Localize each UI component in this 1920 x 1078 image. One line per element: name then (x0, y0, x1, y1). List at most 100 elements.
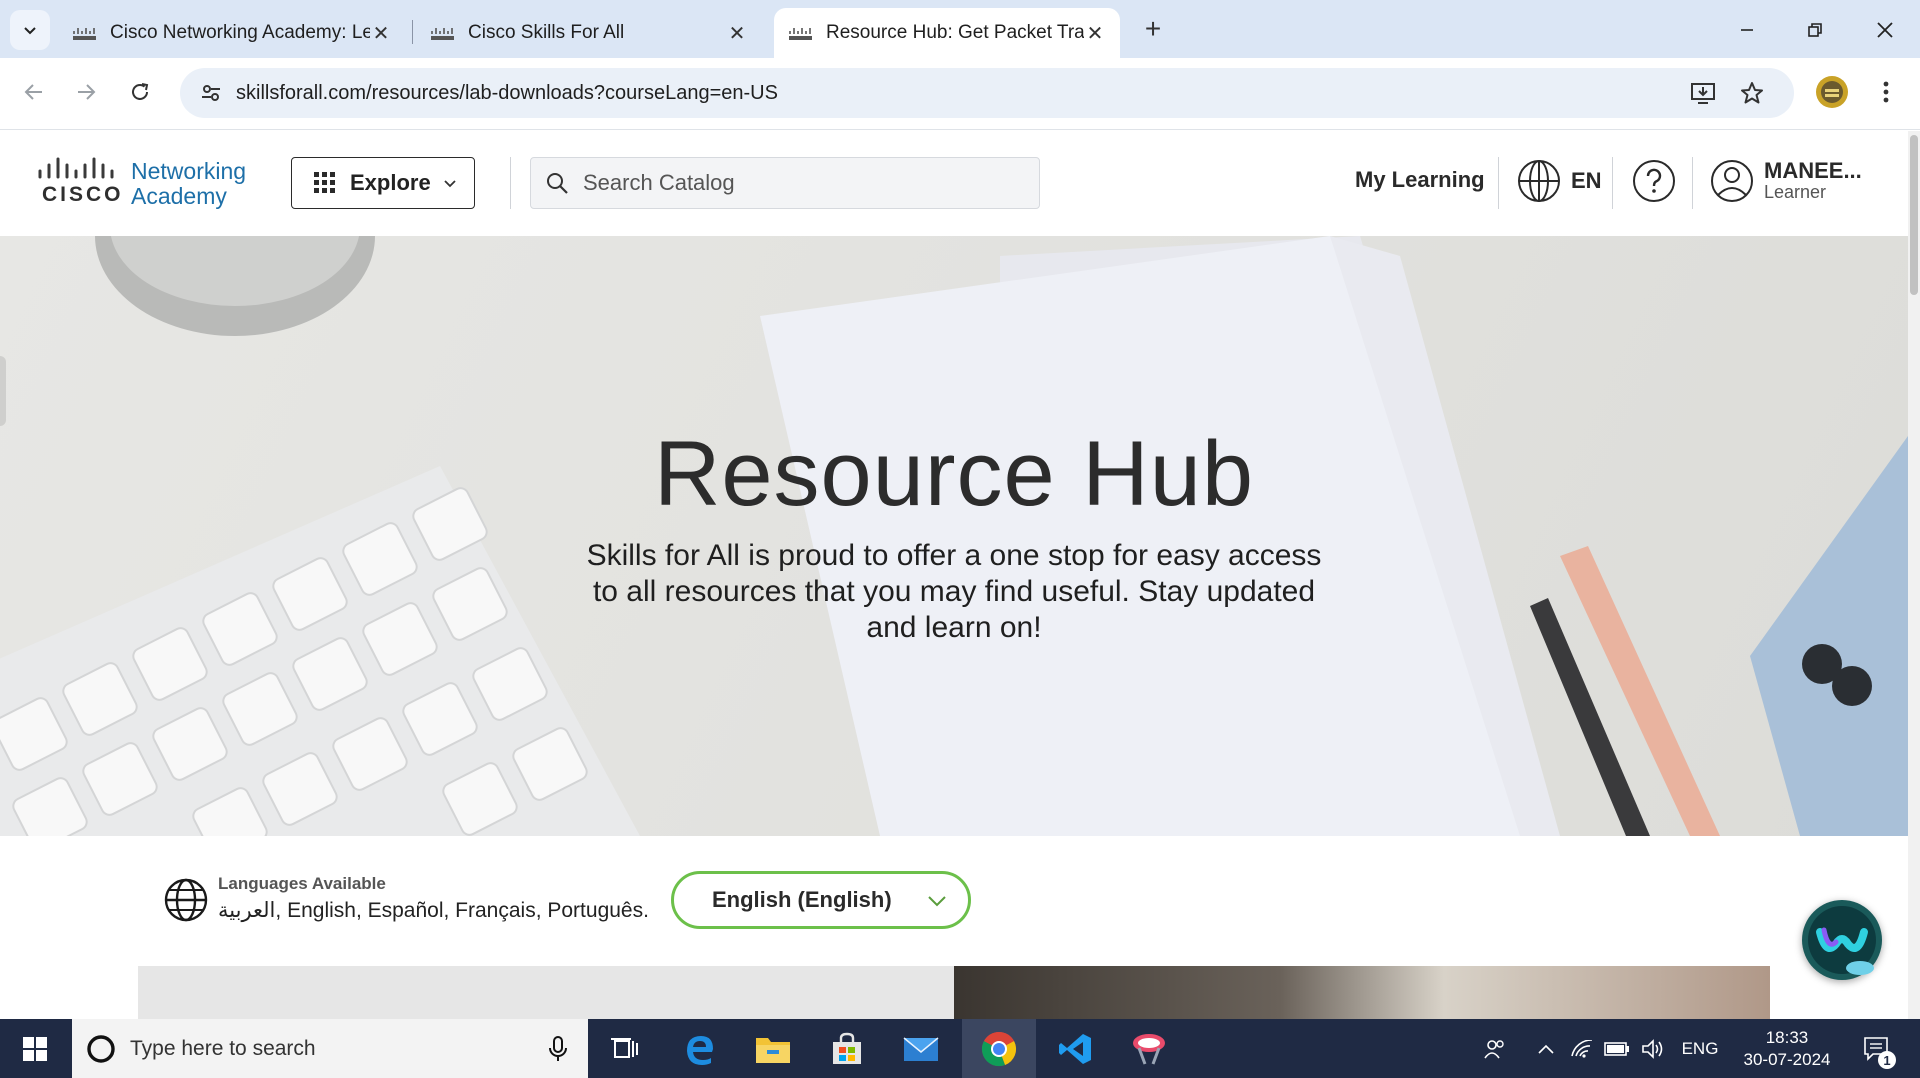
taskbar-packet-tracer[interactable] (1112, 1019, 1186, 1078)
cisco-wordmark: CISCO (42, 183, 122, 205)
windows-logo-icon (23, 1036, 47, 1061)
close-icon[interactable]: ✕ (1084, 22, 1106, 45)
address-bar[interactable]: skillsforall.com/resources/lab-downloads… (180, 68, 1794, 118)
header-divider (510, 157, 511, 209)
language-code: EN (1571, 168, 1602, 193)
logo-line-networking: Networking (131, 158, 247, 184)
install-app-button[interactable] (1690, 68, 1716, 118)
browser-toolbar: skillsforall.com/resources/lab-downloads… (0, 58, 1920, 130)
cortana-icon (87, 1034, 115, 1063)
notification-center-button[interactable]: 1 (1852, 1019, 1902, 1078)
logo-line-academy: Academy (131, 183, 227, 209)
minimize-icon (1741, 29, 1753, 31)
folder-icon (756, 1037, 790, 1063)
hero-subtitle: Skills for All is proud to offer a one s… (586, 539, 1322, 644)
tab-separator (412, 20, 413, 44)
arrow-right-icon (78, 84, 96, 100)
cisco-favicon-icon (430, 25, 456, 41)
wifi-icon (1571, 1039, 1593, 1058)
close-icon[interactable]: ✕ (370, 22, 392, 45)
page-scrollbar[interactable] (1908, 131, 1920, 1019)
taskbar-chrome[interactable] (962, 1019, 1036, 1078)
taskbar-store[interactable] (810, 1019, 884, 1078)
user-name: MANEE... (1764, 158, 1862, 183)
tray-wifi[interactable] (1566, 1019, 1598, 1078)
reload-icon (132, 83, 149, 100)
search-icon (547, 173, 568, 194)
taskbar-vscode[interactable] (1038, 1019, 1112, 1078)
restore-icon (1808, 23, 1822, 37)
hero-banner: Resource Hub Skills for All is proud to … (0, 236, 1908, 836)
edge-icon (687, 1035, 713, 1065)
tray-volume[interactable] (1636, 1019, 1670, 1078)
catalog-search-input[interactable]: Search Catalog (530, 157, 1040, 209)
resource-card-image[interactable] (954, 966, 1770, 1019)
resource-card[interactable] (138, 966, 954, 1019)
chevron-down-icon (444, 180, 456, 188)
close-window-button[interactable] (1858, 8, 1912, 52)
tray-people[interactable] (1474, 1019, 1514, 1078)
bookmark-button[interactable] (1740, 68, 1764, 118)
tray-show-hidden[interactable] (1530, 1019, 1562, 1078)
tab-resource-hub[interactable]: Resource Hub: Get Packet Trace ✕ (774, 8, 1120, 58)
install-icon (1691, 83, 1715, 104)
help-button[interactable] (1632, 159, 1676, 208)
tab-cisco-netacad[interactable]: Cisco Networking Academy: Le ✕ (58, 8, 406, 58)
battery-icon (1604, 1041, 1629, 1056)
restore-button[interactable] (1788, 8, 1842, 52)
tray-battery[interactable] (1600, 1019, 1634, 1078)
chevron-up-icon (1538, 1044, 1554, 1054)
tab-title: Cisco Networking Academy: Le (110, 22, 370, 43)
notification-count-badge: 1 (1878, 1051, 1896, 1069)
tab-skills-for-all[interactable]: Cisco Skills For All ✕ (416, 8, 762, 58)
cisco-logo-icon: CISCO (38, 157, 122, 205)
browser-tab-strip: Cisco Networking Academy: Le ✕ Cisco Ski… (0, 0, 1920, 58)
site-info-button[interactable] (186, 82, 236, 104)
my-learning-link[interactable]: My Learning (1355, 167, 1485, 193)
header-divider (1498, 157, 1499, 209)
close-icon (1877, 22, 1893, 38)
language-select[interactable]: English (English) (671, 871, 971, 929)
taskbar-mail[interactable] (884, 1019, 958, 1078)
task-view-button[interactable] (588, 1019, 662, 1078)
people-icon (1484, 1039, 1504, 1058)
tray-clock[interactable]: 18:33 30-07-2024 (1742, 1027, 1832, 1071)
profile-button[interactable] (1812, 72, 1852, 112)
taskbar-file-explorer[interactable] (736, 1019, 810, 1078)
scrollbar-thumb[interactable] (1910, 135, 1918, 295)
vscode-icon (1059, 1033, 1091, 1064)
tray-language[interactable]: ENG (1678, 1019, 1722, 1078)
back-button[interactable] (14, 72, 54, 112)
header-divider (1692, 157, 1693, 209)
webex-assistant-button[interactable] (1802, 900, 1882, 980)
explore-button[interactable]: Explore (291, 157, 475, 209)
cisco-favicon-icon (72, 25, 98, 41)
taskbar-edge[interactable] (662, 1019, 736, 1078)
user-role: Learner (1764, 182, 1827, 202)
new-tab-button[interactable]: + (1136, 12, 1170, 46)
clock-date: 30-07-2024 (1743, 1050, 1831, 1069)
mail-icon (903, 1036, 939, 1061)
taskbar-search-placeholder: Type here to search (130, 1036, 316, 1060)
taskbar-search-input[interactable]: Type here to search (72, 1019, 588, 1078)
explore-label: Explore (350, 170, 431, 195)
forward-button[interactable] (66, 72, 106, 112)
reload-button[interactable] (120, 72, 160, 112)
minimize-button[interactable] (1720, 8, 1774, 52)
language-switcher[interactable]: EN (1517, 159, 1602, 203)
tab-title: Resource Hub: Get Packet Trace (826, 22, 1084, 43)
close-icon[interactable]: ✕ (726, 22, 748, 45)
browser-menu-button[interactable] (1866, 72, 1906, 112)
cisco-netacad-logo[interactable]: CISCO Networking Academy (36, 157, 256, 209)
windows-taskbar: Type here to search ENG 18:33 30-07-2024… (0, 1019, 1920, 1078)
avatar (1816, 76, 1848, 108)
volume-icon (1642, 1038, 1663, 1059)
header-divider (1612, 157, 1613, 209)
tab-search-button[interactable] (10, 10, 50, 50)
help-icon (1633, 160, 1675, 202)
chevron-down-icon (928, 896, 946, 907)
plus-icon: + (1144, 13, 1162, 44)
start-button[interactable] (0, 1019, 70, 1078)
microphone-icon[interactable] (548, 1035, 568, 1062)
user-menu[interactable]: MANEE... Learner (1710, 159, 1862, 203)
